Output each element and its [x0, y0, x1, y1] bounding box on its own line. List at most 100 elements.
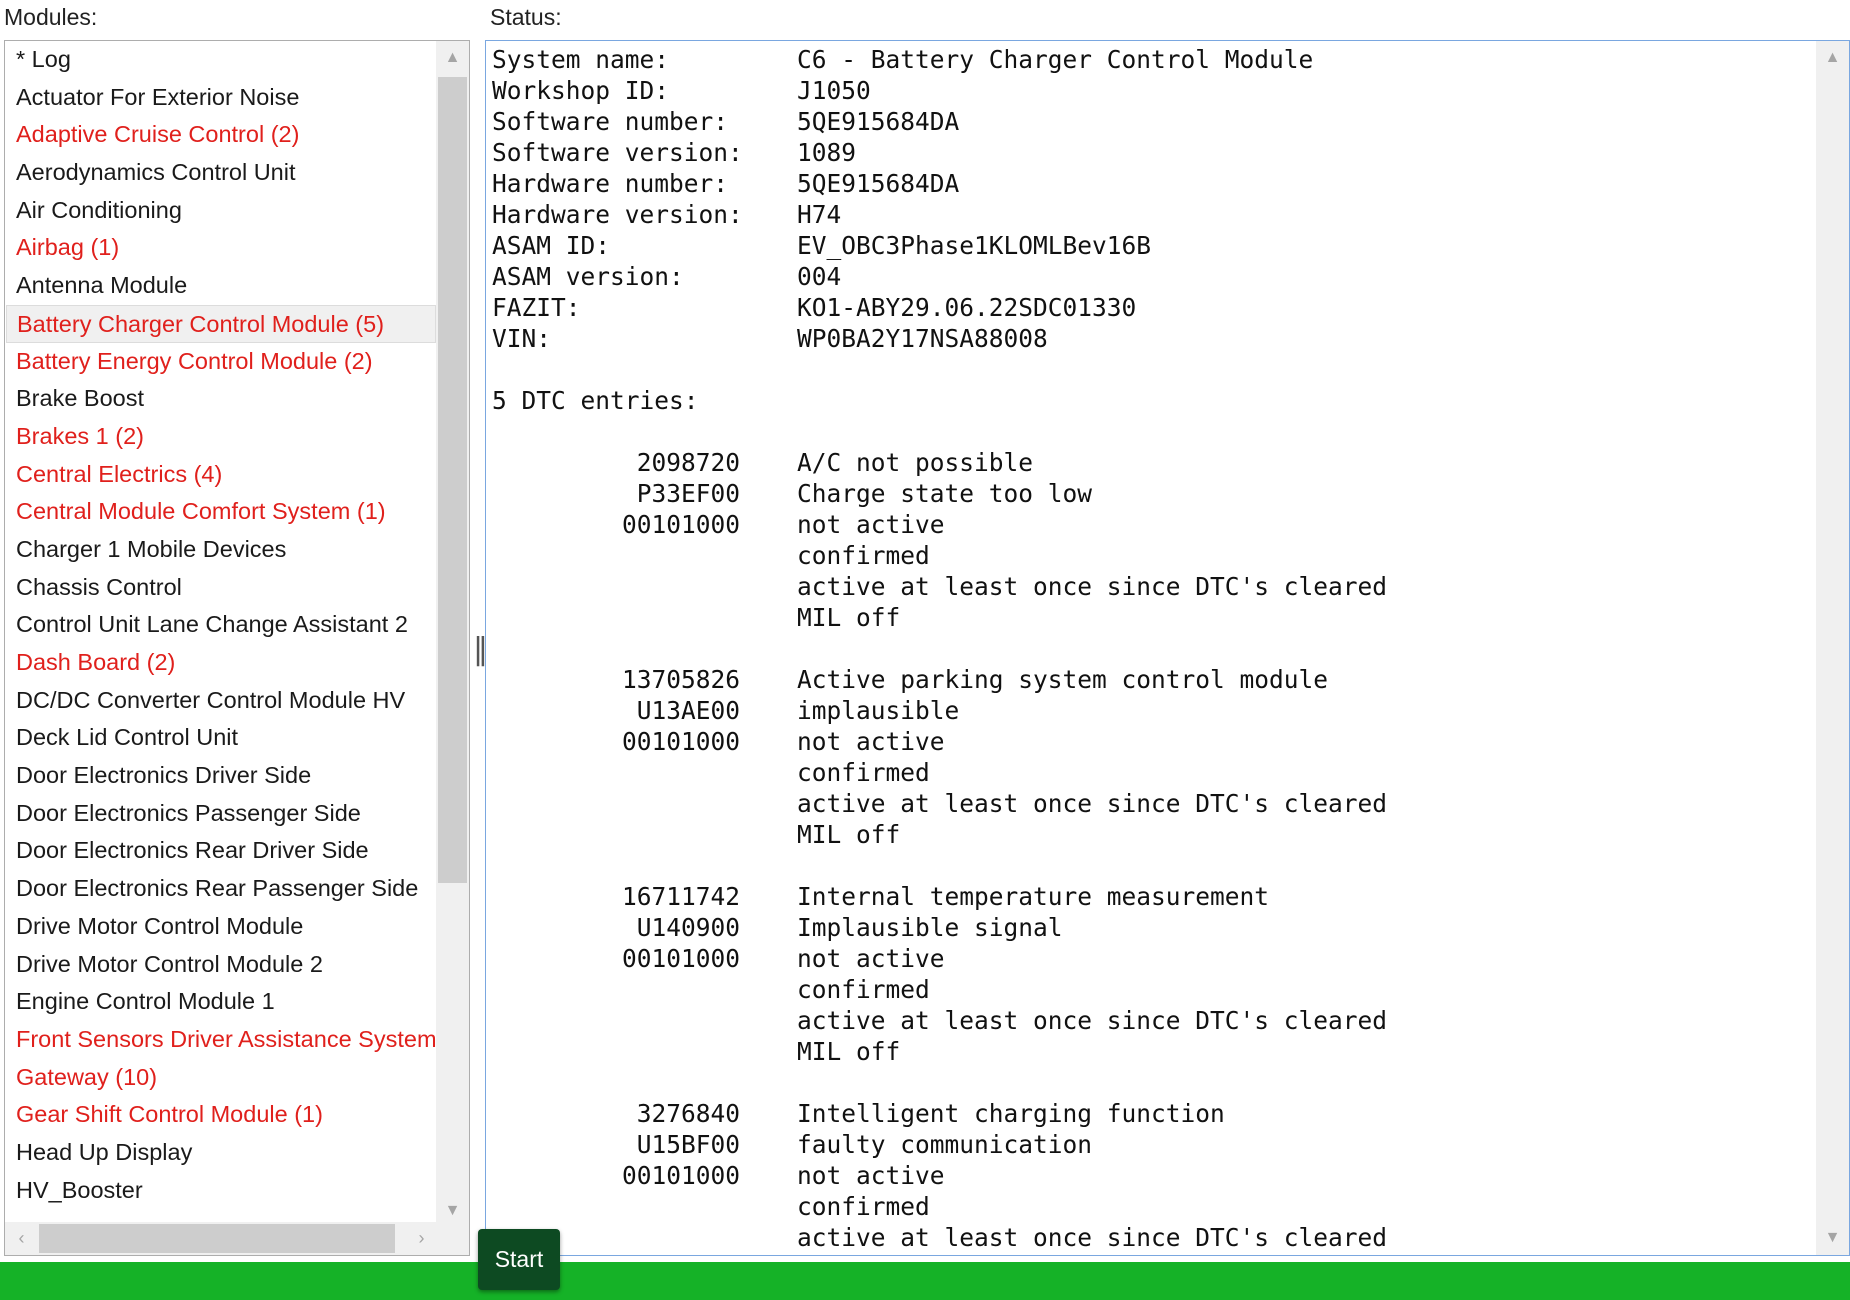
dtc-description: confirmed — [797, 758, 930, 787]
info-key: Software number: — [492, 107, 729, 136]
module-item[interactable]: Antenna Module — [6, 267, 438, 305]
info-value: J1050 — [797, 76, 871, 105]
scrollbar-corner — [436, 1222, 469, 1255]
dtc-count: 5 DTC entries: — [492, 386, 699, 415]
dtc-description: confirmed — [797, 1192, 930, 1221]
dtc-description: Charge state too low — [797, 479, 1093, 508]
dtc-code: 3276840 — [636, 1099, 740, 1128]
module-item[interactable]: Central Electrics (4) — [6, 456, 438, 494]
module-item[interactable]: HV_Booster — [6, 1172, 438, 1210]
module-item[interactable]: Adaptive Cruise Control (2) — [6, 116, 438, 154]
scroll-right-icon[interactable]: › — [405, 1222, 438, 1255]
module-item[interactable]: * Log — [6, 41, 438, 79]
module-item[interactable]: Actuator For Exterior Noise — [6, 79, 438, 117]
info-key: Software version: — [492, 138, 743, 167]
info-value: 004 — [797, 262, 842, 291]
module-item[interactable]: Airbag (1) — [6, 229, 438, 267]
progress-bar — [0, 1262, 1850, 1300]
dtc-code: U13AE00 — [636, 696, 740, 725]
info-value: 1089 — [797, 138, 857, 167]
module-item[interactable]: Air Conditioning — [6, 192, 438, 230]
dtc-description: active at least once since DTC's cleared — [797, 572, 1388, 601]
info-value: 5QE915684DA — [797, 107, 960, 136]
dtc-code: 00101000 — [621, 727, 740, 756]
dtc-code: 00101000 — [621, 944, 740, 973]
module-item[interactable]: Head Up Display — [6, 1134, 438, 1172]
scroll-left-icon[interactable]: ‹ — [5, 1222, 38, 1255]
modules-vertical-scrollbar[interactable]: ▲ ▼ — [436, 41, 469, 1228]
module-item[interactable]: Charger 1 Mobile Devices — [6, 531, 438, 569]
info-value: KO1-ABY29.06.22SDC01330 — [797, 293, 1137, 322]
dtc-code: U15BF00 — [636, 1130, 740, 1159]
info-value: EV_OBC3Phase1KLOMLBev16B — [797, 231, 1152, 260]
dtc-description: confirmed — [797, 975, 930, 1004]
scrollbar-thumb[interactable] — [438, 77, 467, 883]
module-item[interactable]: Battery Energy Control Module (2) — [6, 343, 438, 381]
dtc-description: A/C not possible — [797, 448, 1034, 477]
dtc-description: faulty communication — [797, 1130, 1093, 1159]
dtc-description: MIL off — [797, 1037, 901, 1066]
module-item[interactable]: Door Electronics Rear Passenger Side — [6, 870, 438, 908]
info-key: VIN: — [492, 324, 552, 353]
modules-list[interactable]: * Log Actuator For Exterior Noise Adaptive… — [4, 40, 470, 1256]
module-item[interactable]: DC/DC Converter Control Module HV — [6, 682, 438, 720]
scrollbar-thumb[interactable] — [39, 1224, 395, 1253]
dtc-description: not active — [797, 510, 945, 539]
module-item[interactable]: Door Electronics Passenger Side — [6, 795, 438, 833]
module-item[interactable]: Door Electronics Driver Side — [6, 757, 438, 795]
dtc-description: active at least once since DTC's cleared — [797, 789, 1388, 818]
info-key: Hardware version: — [492, 200, 743, 229]
module-item[interactable]: Battery Charger Control Module (5) — [6, 304, 436, 343]
module-item[interactable]: Control Unit Lane Change Assistant 2 — [6, 606, 438, 644]
dtc-code: P33EF00 — [636, 479, 740, 508]
info-value: C6 - Battery Charger Control Module — [797, 45, 1314, 74]
module-item[interactable]: Front Sensors Driver Assistance System (… — [6, 1021, 438, 1059]
info-key: FAZIT: — [492, 293, 581, 322]
status-header: Status: — [490, 4, 562, 30]
dtc-code: 00101000 — [621, 510, 740, 539]
module-item[interactable]: Drive Motor Control Module 2 — [6, 946, 438, 984]
dtc-code: 2098720 — [636, 448, 740, 477]
dtc-description: active at least once since DTC's cleared — [797, 1006, 1388, 1035]
scroll-down-icon[interactable]: ▼ — [1816, 1221, 1849, 1255]
dtc-description: MIL off — [797, 820, 901, 849]
dtc-description: active at least once since DTC's cleared — [797, 1223, 1388, 1252]
module-item[interactable]: Aerodynamics Control Unit — [6, 154, 438, 192]
info-key: Hardware number: — [492, 169, 729, 198]
module-item[interactable]: Gear Shift Control Module (1) — [6, 1096, 438, 1134]
dtc-code: 13705826 — [621, 665, 740, 694]
module-item[interactable]: Brake Boost — [6, 380, 438, 418]
module-item[interactable]: Engine Control Module 1 — [6, 983, 438, 1021]
modules-list-items: * Log Actuator For Exterior Noise Adaptive… — [6, 41, 438, 1228]
module-item[interactable]: Gateway (10) — [6, 1059, 438, 1097]
info-key: Workshop ID: — [492, 76, 670, 105]
info-key: ASAM ID: — [492, 231, 611, 260]
module-item[interactable]: Central Module Comfort System (1) — [6, 493, 438, 531]
modules-horizontal-scrollbar[interactable]: ‹ › — [5, 1222, 438, 1255]
dtc-description: Internal temperature measurement — [797, 882, 1270, 911]
status-vertical-scrollbar[interactable]: ▲ ▼ — [1816, 41, 1849, 1255]
info-key: System name: — [492, 45, 670, 74]
dtc-description: not active — [797, 727, 945, 756]
module-item[interactable]: Deck Lid Control Unit — [6, 719, 438, 757]
scroll-up-icon[interactable]: ▲ — [436, 41, 469, 75]
module-item[interactable]: Chassis Control — [6, 569, 438, 607]
dtc-description: implausible — [797, 696, 960, 725]
dtc-description: not active — [797, 1161, 945, 1190]
dtc-code: 16711742 — [621, 882, 740, 911]
dtc-description: MIL off — [797, 603, 901, 632]
scroll-up-icon[interactable]: ▲ — [1816, 41, 1849, 75]
module-item[interactable]: Brakes 1 (2) — [6, 418, 438, 456]
module-item[interactable]: Door Electronics Rear Driver Side — [6, 832, 438, 870]
module-item[interactable]: Dash Board (2) — [6, 644, 438, 682]
modules-header: Modules: — [4, 4, 98, 30]
dtc-description: Intelligent charging function — [797, 1099, 1225, 1128]
info-key: ASAM version: — [492, 262, 684, 291]
info-value: 5QE915684DA — [797, 169, 960, 198]
start-button[interactable]: Start — [478, 1229, 560, 1290]
status-text-area[interactable]: System name: C6 - Battery Charger Control… — [485, 40, 1850, 1256]
module-item[interactable]: Drive Motor Control Module — [6, 908, 438, 946]
dtc-code: U140900 — [636, 913, 740, 942]
dtc-code: 00101000 — [621, 1161, 740, 1190]
dtc-description: not active — [797, 944, 945, 973]
